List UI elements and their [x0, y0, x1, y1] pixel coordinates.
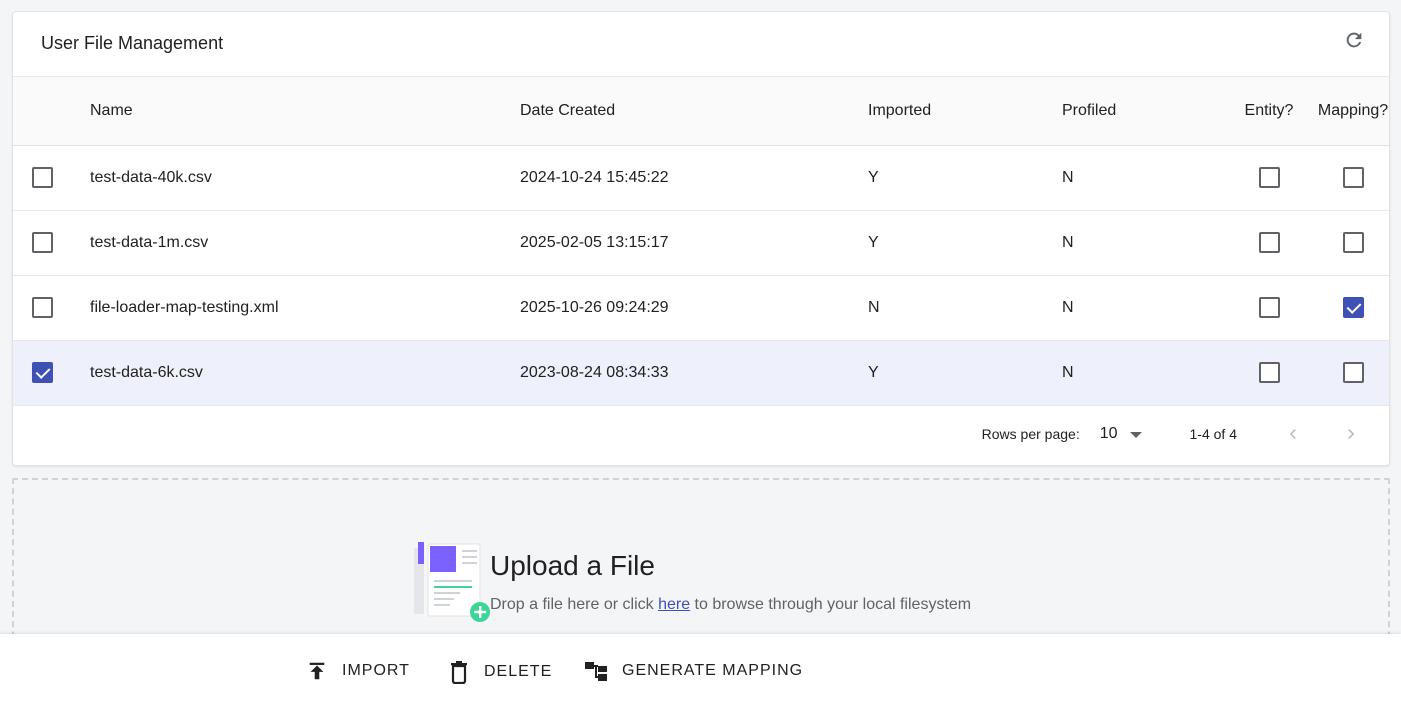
cell-mapping	[1315, 275, 1389, 340]
row-select-checkbox[interactable]	[32, 232, 53, 253]
card-header: User File Management	[13, 12, 1389, 77]
files-table: Name Date Created Imported Profiled Enti…	[13, 77, 1389, 406]
rows-per-page-label: Rows per page:	[981, 425, 1080, 442]
cell-profiled: N	[1062, 233, 1074, 251]
header-imported[interactable]: Imported	[868, 77, 1062, 146]
header-name[interactable]: Name	[90, 77, 520, 146]
cell-profiled: N	[1062, 168, 1074, 186]
upload-text-before: Drop a file here or click	[490, 596, 659, 613]
trash-icon	[451, 661, 467, 684]
cell-profiled: N	[1062, 363, 1074, 381]
file-dropzone[interactable]: Upload a File Drop a file here or click …	[12, 478, 1390, 658]
import-label: IMPORT	[342, 662, 410, 679]
upload-arrow-icon	[309, 662, 325, 680]
mapping-checkbox[interactable]	[1342, 167, 1364, 188]
cell-date-created: 2023-08-24 08:34:33	[520, 363, 669, 381]
rows-per-page-select[interactable]: 10	[1100, 425, 1142, 443]
cell-profiled: N	[1062, 298, 1074, 316]
mapping-checkbox[interactable]	[1342, 362, 1364, 383]
cell-name: test-data-40k.csv	[90, 168, 212, 186]
table-row[interactable]: test-data-40k.csv 2024-10-24 15:45:22 Y N	[13, 145, 1389, 210]
upload-files-icon	[414, 540, 490, 622]
cell-date-created: 2025-02-05 13:15:17	[520, 233, 669, 251]
cell-date-created: 2024-10-24 15:45:22	[520, 168, 669, 186]
row-select-checkbox[interactable]	[32, 167, 53, 188]
table-row[interactable]: test-data-6k.csv 2023-08-24 08:34:33 Y N	[13, 340, 1389, 405]
mapping-checkbox[interactable]	[1342, 232, 1364, 253]
upload-text-after: to browse through your local filesystem	[690, 596, 972, 613]
page-title: User File Management	[41, 33, 224, 53]
cell-name: test-data-6k.csv	[90, 363, 203, 381]
table-body: test-data-40k.csv 2024-10-24 15:45:22 Y Nte…	[13, 145, 1389, 405]
header-entity[interactable]: Entity?	[1223, 77, 1315, 146]
refresh-icon	[1346, 32, 1362, 48]
cell-imported: Y	[868, 168, 879, 186]
file-management-card: User File Management Name Date Created I…	[12, 11, 1390, 466]
pagination: Rows per page: 10 1-4 of 4	[13, 402, 1389, 465]
pagination-range: 1-4 of 4	[1189, 425, 1237, 442]
entity-checkbox[interactable]	[1258, 297, 1280, 318]
table-row[interactable]: test-data-1m.csv 2025-02-05 13:15:17 Y N	[13, 210, 1389, 275]
cell-name: test-data-1m.csv	[90, 233, 209, 251]
header-mapping[interactable]: Mapping?	[1315, 77, 1389, 146]
next-page-button[interactable]	[1335, 418, 1367, 450]
mapping-checkbox[interactable]	[1342, 297, 1364, 318]
import-button[interactable]: IMPORT	[306, 660, 410, 682]
entity-checkbox[interactable]	[1258, 167, 1280, 188]
row-select-cell	[13, 340, 90, 405]
row-select-checkbox[interactable]	[32, 362, 53, 383]
chevron-right-icon	[1348, 428, 1355, 439]
cell-imported: N	[868, 298, 880, 316]
row-select-cell	[13, 275, 90, 340]
rows-per-page-value: 10	[1099, 424, 1118, 442]
entity-checkbox[interactable]	[1258, 362, 1280, 383]
generate-mapping-label: GENERATE MAPPING	[622, 662, 804, 679]
delete-button[interactable]: DELETE	[448, 660, 552, 684]
upload-title: Upload a File	[490, 550, 655, 581]
generate-mapping-button[interactable]: GENERATE MAPPING	[584, 660, 803, 682]
table-row[interactable]: file-loader-map-testing.xml 2025-10-26 09…	[13, 275, 1389, 340]
cell-mapping	[1315, 210, 1389, 275]
cell-mapping	[1315, 145, 1389, 210]
delete-label: DELETE	[484, 663, 553, 680]
cell-entity	[1223, 210, 1315, 275]
previous-page-button[interactable]	[1277, 418, 1309, 450]
entity-checkbox[interactable]	[1258, 232, 1280, 253]
cell-entity	[1223, 275, 1315, 340]
table-header-row: Name Date Created Imported Profiled Enti…	[13, 77, 1389, 146]
header-select	[13, 77, 90, 146]
cell-date-created: 2025-10-26 09:24:29	[520, 298, 669, 316]
row-select-cell	[13, 145, 90, 210]
header-date-created[interactable]: Date Created	[520, 77, 868, 146]
cell-imported: Y	[868, 363, 879, 381]
row-select-cell	[13, 210, 90, 275]
refresh-button[interactable]	[1341, 27, 1367, 53]
row-select-checkbox[interactable]	[32, 297, 53, 318]
cell-entity	[1223, 145, 1315, 210]
cell-name: file-loader-map-testing.xml	[90, 298, 279, 316]
header-profiled[interactable]: Profiled	[1062, 77, 1223, 146]
cell-imported: Y	[868, 233, 879, 251]
caret-down-icon	[1129, 431, 1142, 438]
schema-tree-icon	[585, 662, 607, 681]
browse-here-link[interactable]: here	[658, 596, 690, 613]
action-toolbar: IMPORT DELETE GENERATE MAPPING	[0, 634, 1401, 710]
chevron-left-icon	[1289, 428, 1296, 439]
upload-instructions: Drop a file here or click here to browse…	[490, 596, 971, 614]
cell-mapping	[1315, 340, 1389, 405]
cell-entity	[1223, 340, 1315, 405]
